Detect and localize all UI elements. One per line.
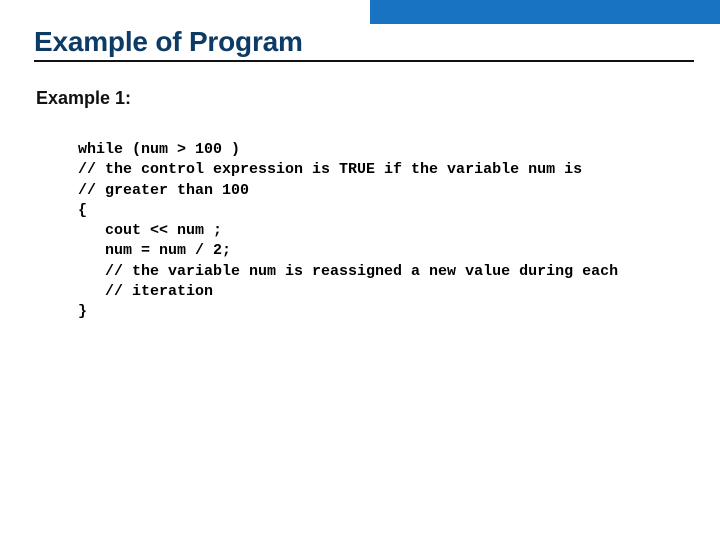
slide-title: Example of Program [34, 26, 303, 58]
example-label: Example 1: [36, 88, 131, 109]
code-block: while (num > 100 ) // the control expres… [78, 140, 700, 322]
header-accent-bar [370, 0, 720, 24]
title-underline [34, 60, 694, 62]
